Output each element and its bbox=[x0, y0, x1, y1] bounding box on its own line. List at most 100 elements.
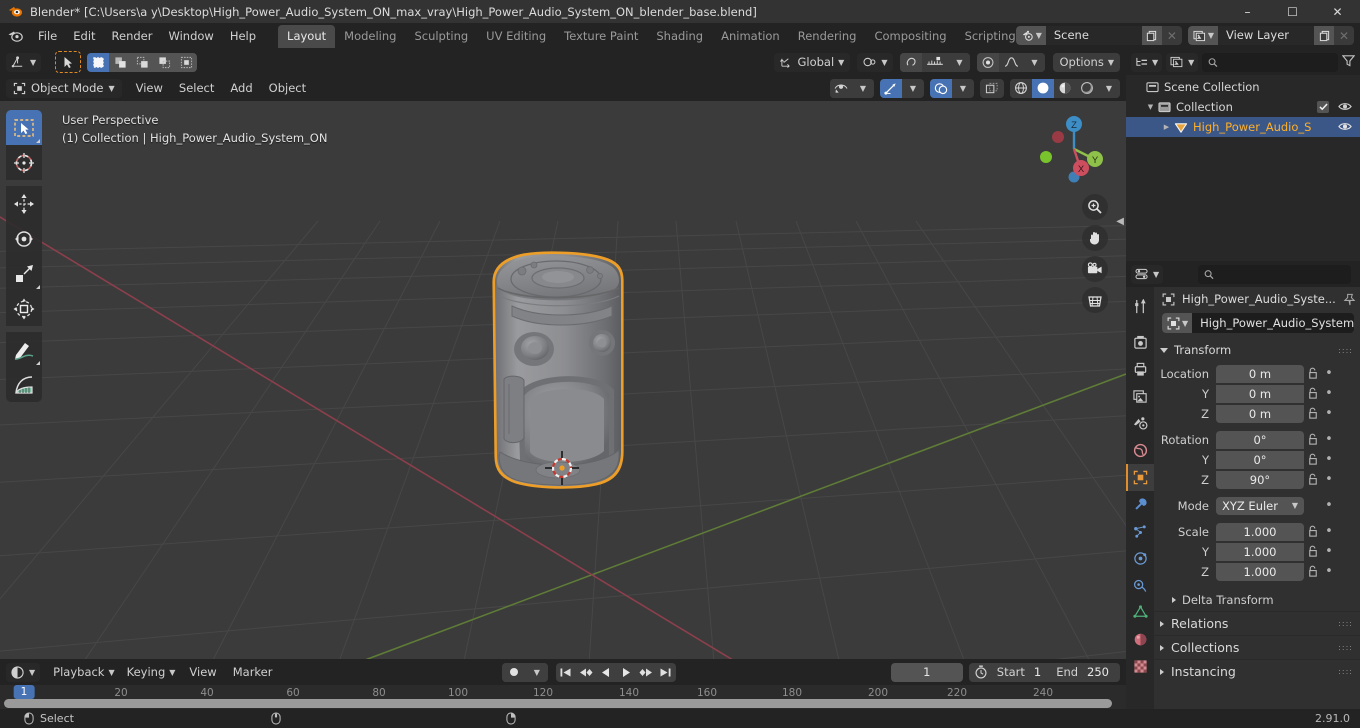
move-tool[interactable] bbox=[6, 186, 42, 221]
minimize-button[interactable]: – bbox=[1225, 0, 1270, 23]
view-layer-name-field[interactable]: View Layer bbox=[1218, 26, 1314, 45]
keying-menu[interactable]: Keying ▼ bbox=[121, 663, 182, 682]
tab-modeling[interactable]: Modeling bbox=[335, 25, 405, 48]
close-button[interactable]: ✕ bbox=[1315, 0, 1360, 23]
viewport-menu-select[interactable]: Select bbox=[171, 79, 222, 97]
location-y-lock-icon[interactable] bbox=[1304, 387, 1322, 400]
end-frame-value[interactable]: 250 bbox=[1084, 665, 1120, 679]
object-data-tab[interactable] bbox=[1126, 599, 1154, 626]
3d-viewport[interactable]: User Perspective (1) Collection | High_P… bbox=[0, 101, 1126, 659]
rotation-x-lock-icon[interactable] bbox=[1304, 433, 1322, 446]
object-visibility-eye-icon[interactable] bbox=[1338, 120, 1352, 136]
viewport-options-button[interactable]: Options ▼ bbox=[1053, 52, 1120, 72]
select-set-button[interactable] bbox=[87, 52, 110, 72]
proportional-editing-objects-toggle[interactable] bbox=[977, 52, 1000, 72]
jump-to-start-button[interactable] bbox=[556, 663, 576, 682]
timeline-playhead[interactable]: 1 bbox=[13, 685, 35, 699]
camera-view-icon[interactable] bbox=[1082, 256, 1108, 282]
collections-panel[interactable]: Collections :::: bbox=[1154, 635, 1360, 659]
current-frame-field[interactable]: 1 bbox=[890, 662, 963, 682]
menu-file[interactable]: File bbox=[30, 26, 65, 46]
select-subtract-button[interactable] bbox=[131, 52, 154, 72]
hand-pan-icon[interactable] bbox=[1082, 225, 1108, 251]
scale-x-value[interactable]: 1.000 bbox=[1216, 522, 1304, 541]
object-datablock-icon[interactable]: ▼ bbox=[1162, 313, 1193, 333]
solid-shading-button[interactable] bbox=[1032, 78, 1054, 98]
tab-animation[interactable]: Animation bbox=[712, 25, 789, 48]
rotation-x-value[interactable]: 0° bbox=[1216, 430, 1304, 449]
new-scene-button[interactable] bbox=[1141, 26, 1162, 45]
menu-edit[interactable]: Edit bbox=[65, 26, 103, 46]
instancing-panel[interactable]: Instancing :::: bbox=[1154, 659, 1360, 683]
xray-toggle[interactable] bbox=[980, 78, 1004, 98]
proportional-editing-toggle[interactable] bbox=[900, 52, 923, 72]
rotation-y-animate-dot[interactable]: • bbox=[1322, 452, 1336, 467]
view-layer-selector[interactable]: ▼ View Layer ✕ bbox=[1187, 26, 1354, 45]
sidebar-expand-arrow[interactable]: ◀ bbox=[1116, 216, 1124, 227]
scale-x-animate-dot[interactable]: • bbox=[1322, 524, 1336, 539]
scale-y-lock-icon[interactable] bbox=[1304, 545, 1322, 558]
rotation-mode-dropdown[interactable]: XYZ Euler ▼ bbox=[1216, 496, 1304, 515]
material-tab[interactable] bbox=[1126, 626, 1154, 653]
delta-transform-subpanel[interactable]: Delta Transform bbox=[1154, 589, 1360, 611]
annotate-tool[interactable] bbox=[6, 332, 42, 367]
play-button[interactable] bbox=[616, 663, 636, 682]
zoom-icon[interactable] bbox=[1082, 194, 1108, 220]
snap-magnet-toggle[interactable] bbox=[922, 52, 949, 72]
object-visibility-icon[interactable] bbox=[830, 78, 852, 98]
world-tab[interactable] bbox=[1126, 437, 1154, 464]
tab-scripting[interactable]: Scripting bbox=[956, 25, 1025, 48]
snap-target-selector[interactable]: ▼ bbox=[857, 52, 894, 72]
row-expander[interactable]: ▼ bbox=[1144, 103, 1157, 111]
timeline-horizontal-scrollbar[interactable] bbox=[4, 699, 1112, 708]
outliner-row-collection[interactable]: ▼ Collection bbox=[1126, 97, 1360, 117]
scale-z-lock-icon[interactable] bbox=[1304, 565, 1322, 578]
properties-search-input[interactable] bbox=[1198, 264, 1351, 284]
outliner-row-scene-collection[interactable]: Scene Collection bbox=[1126, 77, 1360, 97]
overlays-chevron[interactable]: ▼ bbox=[952, 78, 974, 98]
constraints-tab[interactable] bbox=[1126, 572, 1154, 599]
tab-shading[interactable]: Shading bbox=[647, 25, 712, 48]
transform-panel-header[interactable]: Transform :::: bbox=[1154, 339, 1360, 361]
rotation-z-value[interactable]: 90° bbox=[1216, 470, 1304, 489]
show-overlays-toggle[interactable] bbox=[930, 78, 952, 98]
outliner-editor-type-selector[interactable]: ▼ bbox=[1131, 52, 1163, 72]
row-expander[interactable]: ▶ bbox=[1160, 123, 1173, 131]
view-layer-tab[interactable] bbox=[1126, 383, 1154, 410]
play-reverse-button[interactable] bbox=[596, 663, 616, 682]
menu-render[interactable]: Render bbox=[104, 26, 161, 46]
tweak-select-box-tool[interactable] bbox=[6, 110, 42, 145]
location-y-value[interactable]: 0 m bbox=[1216, 384, 1304, 403]
jump-to-end-button[interactable] bbox=[656, 663, 676, 682]
viewport-menu-object[interactable]: Object bbox=[261, 79, 314, 97]
properties-search-field[interactable] bbox=[1218, 268, 1345, 280]
active-tool-indicator[interactable] bbox=[55, 51, 82, 73]
visibility-selector[interactable]: ▼ bbox=[830, 78, 874, 98]
unlink-scene-button[interactable]: ✕ bbox=[1161, 26, 1182, 45]
location-x-animate-dot[interactable]: • bbox=[1322, 366, 1336, 381]
transform-tool[interactable] bbox=[6, 291, 42, 326]
location-y-animate-dot[interactable]: • bbox=[1322, 386, 1336, 401]
scene-browse-icon[interactable]: ▼ bbox=[1015, 26, 1046, 45]
shading-chevron[interactable]: ▼ bbox=[1098, 78, 1120, 98]
timeline-editor-type-selector[interactable]: ▼ bbox=[6, 662, 41, 682]
jump-to-prev-keyframe-button[interactable] bbox=[576, 663, 596, 682]
scale-tool[interactable] bbox=[6, 256, 42, 291]
tab-uv-editing[interactable]: UV Editing bbox=[477, 25, 555, 48]
physics-tab[interactable] bbox=[1126, 545, 1154, 572]
tool-tab[interactable] bbox=[1126, 293, 1154, 320]
relations-panel[interactable]: Relations :::: bbox=[1154, 611, 1360, 635]
scene-name-field[interactable]: Scene bbox=[1045, 26, 1142, 45]
render-tab[interactable] bbox=[1126, 329, 1154, 356]
transform-orientation-selector[interactable]: Global ▼ bbox=[774, 52, 851, 72]
scale-x-lock-icon[interactable] bbox=[1304, 525, 1322, 538]
scene-tab[interactable] bbox=[1126, 410, 1154, 437]
remove-view-layer-button[interactable]: ✕ bbox=[1334, 26, 1354, 45]
collection-exclude-checkbox[interactable] bbox=[1317, 101, 1329, 113]
location-z-lock-icon[interactable] bbox=[1304, 407, 1322, 420]
tab-rendering[interactable]: Rendering bbox=[789, 25, 866, 48]
timeline-menu-marker[interactable]: Marker bbox=[225, 663, 281, 681]
rotate-tool[interactable] bbox=[6, 221, 42, 256]
timeline-menu-view[interactable]: View bbox=[181, 663, 224, 681]
timeline-strip[interactable]: 20 40 60 80 100 120 140 160 180 200 220 … bbox=[0, 685, 1126, 709]
